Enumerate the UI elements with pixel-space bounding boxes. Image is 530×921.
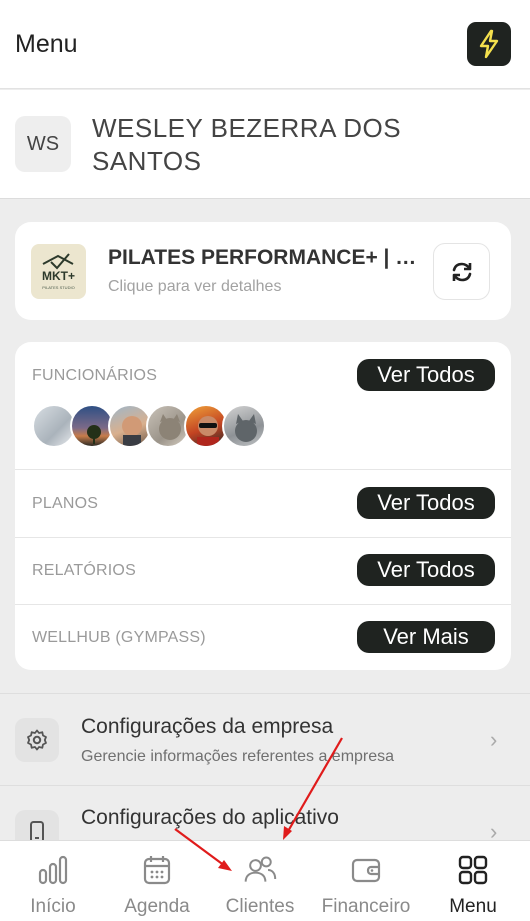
company-card[interactable]: MKT+ PILATES STUDIO PILATES PERFORMANCE+… bbox=[15, 222, 511, 320]
settings-title: Configurações do aplicativo bbox=[81, 806, 339, 829]
employee-avatar[interactable] bbox=[222, 404, 266, 448]
bottom-tab-bar: Início Agenda Clientes Financeiro Menu bbox=[0, 840, 530, 921]
settings-icon-box bbox=[15, 718, 59, 762]
tab-label: Clientes bbox=[225, 896, 295, 917]
section-wellhub: WELLHUB (GYMPASS) Ver Mais bbox=[15, 605, 511, 670]
company-logo: MKT+ PILATES STUDIO bbox=[31, 244, 86, 299]
company-subtitle: Clique para ver detalhes bbox=[108, 278, 282, 295]
tab-label: Menu bbox=[449, 896, 497, 917]
tab-financeiro[interactable]: Financeiro bbox=[313, 841, 419, 921]
settings-title: Configurações da empresa bbox=[81, 715, 334, 738]
users-icon bbox=[243, 853, 277, 887]
section-label: PLANOS bbox=[32, 495, 99, 512]
switch-company-button[interactable] bbox=[433, 243, 490, 300]
company-name: PILATES PERFORMANCE+ | M... bbox=[108, 246, 428, 269]
user-profile[interactable]: WS WESLEY BEZERRA DOS SANTOS bbox=[0, 90, 530, 199]
employee-avatars[interactable] bbox=[32, 404, 292, 448]
top-header: Menu bbox=[0, 0, 530, 89]
section-funcionarios: FUNCIONÁRIOS Ver Todos bbox=[15, 342, 511, 470]
calendar-icon bbox=[140, 853, 174, 887]
section-label: RELATÓRIOS bbox=[32, 562, 136, 579]
ver-todos-relatorios-button[interactable]: Ver Todos bbox=[357, 554, 495, 586]
chevron-right-icon: › bbox=[490, 727, 498, 752]
section-label: WELLHUB (GYMPASS) bbox=[32, 629, 206, 646]
ver-todos-funcionarios-button[interactable]: Ver Todos bbox=[357, 359, 495, 391]
wallet-icon bbox=[349, 853, 383, 887]
tab-inicio[interactable]: Início bbox=[0, 841, 106, 921]
logo-text: MKT+ bbox=[42, 269, 75, 283]
quick-action-button[interactable] bbox=[467, 22, 511, 66]
tab-clientes[interactable]: Clientes bbox=[207, 841, 313, 921]
section-planos: PLANOS Ver Todos bbox=[15, 470, 511, 538]
sections-card: FUNCIONÁRIOS Ver Todos PLANOS Ver Todos bbox=[15, 342, 511, 670]
page-title: Menu bbox=[15, 30, 78, 58]
bar-chart-icon bbox=[36, 853, 70, 887]
tab-menu[interactable]: Menu bbox=[420, 841, 526, 921]
lightning-bolt-icon bbox=[479, 29, 499, 59]
avatar: WS bbox=[15, 116, 71, 172]
ver-todos-planos-button[interactable]: Ver Todos bbox=[357, 487, 495, 519]
section-relatorios: RELATÓRIOS Ver Todos bbox=[15, 538, 511, 605]
ver-mais-wellhub-button[interactable]: Ver Mais bbox=[357, 621, 495, 653]
section-label: FUNCIONÁRIOS bbox=[32, 367, 158, 384]
user-name: WESLEY BEZERRA DOS SANTOS bbox=[92, 113, 402, 176]
gear-icon bbox=[27, 729, 47, 751]
tab-label: Financeiro bbox=[321, 896, 411, 917]
settings-subtitle: Gerencie informações referentes a empres… bbox=[81, 748, 395, 765]
settings-company-row[interactable]: Configurações da empresa Gerencie inform… bbox=[0, 693, 530, 785]
grid-icon bbox=[456, 853, 490, 887]
swap-icon bbox=[452, 262, 471, 281]
tab-agenda[interactable]: Agenda bbox=[104, 841, 210, 921]
logo-subtext: PILATES STUDIO bbox=[42, 285, 75, 290]
tab-label: Agenda bbox=[124, 896, 190, 917]
tab-label: Início bbox=[30, 896, 76, 917]
